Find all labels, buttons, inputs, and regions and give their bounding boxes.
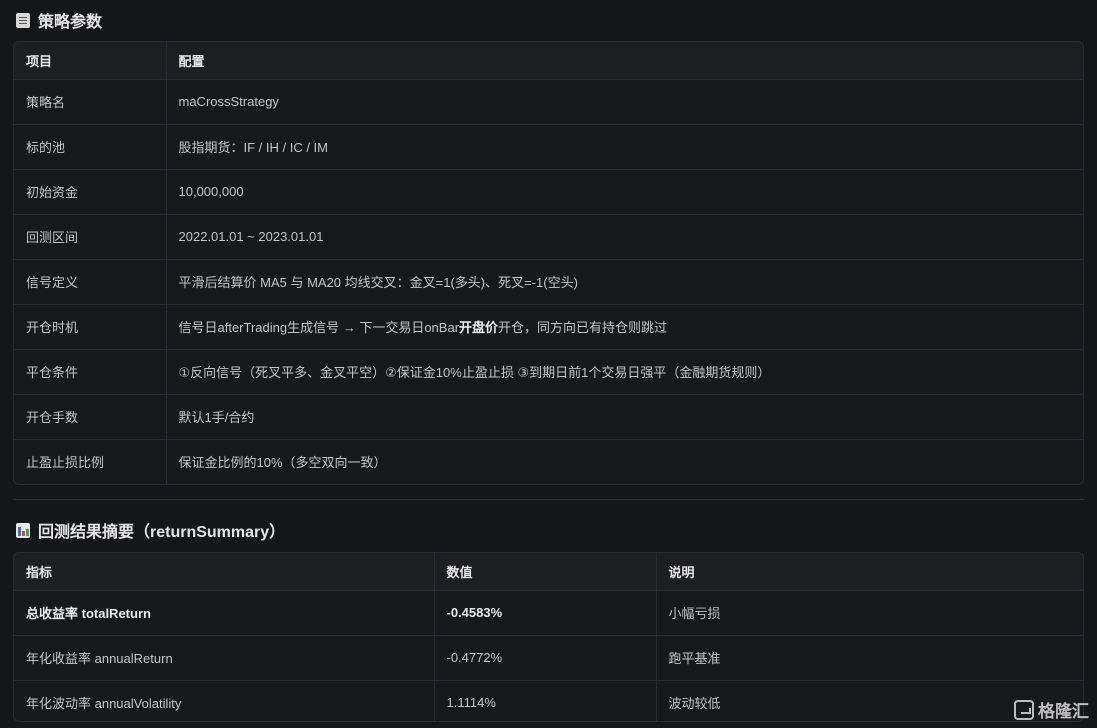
summary-section-title: 回测结果摘要（returnSummary） bbox=[16, 518, 285, 542]
table-row: 年化收益率 annualReturn -0.4772% 跑平基准 bbox=[14, 635, 1083, 681]
param-config-cell: maCrossStrategy bbox=[166, 79, 1083, 125]
watermark-text: 格隆汇 bbox=[1038, 702, 1089, 721]
table-row: 初始资金 10,000,000 bbox=[14, 169, 1083, 215]
table-row: 年化波动率 annualVolatility 1.1114% 波动较低 bbox=[14, 680, 1083, 721]
table-row: 开仓手数 默认1手/合约 bbox=[14, 394, 1083, 440]
bar-chart-icon bbox=[16, 522, 30, 538]
table-row: 策略名 maCrossStrategy bbox=[14, 79, 1083, 125]
table-row: 开仓时机 信号日afterTrading生成信号 → 下一交易日onBar开盘价开… bbox=[14, 304, 1083, 350]
param-config-cell: 平滑后结算价 MA5 与 MA20 均线交叉：金叉=1(多头)、死叉=-1(空头… bbox=[166, 259, 1083, 305]
config-text: 保证金比例的10%（多空双向一致） bbox=[178, 455, 387, 471]
value-cell: 1.1114% bbox=[434, 680, 657, 721]
watermark: 格隆汇 bbox=[1014, 697, 1089, 722]
column-header-config: 配置 bbox=[166, 42, 1083, 80]
metric-cell: 总收益率 totalReturn bbox=[14, 590, 435, 636]
param-config-cell: 默认1手/合约 bbox=[166, 394, 1083, 440]
param-item-cell: 开仓时机 bbox=[14, 304, 167, 350]
param-config-cell: 股指期货：IF / IH / IC / IM bbox=[166, 124, 1083, 170]
param-item-cell: 回测区间 bbox=[14, 214, 167, 260]
config-text: 开仓，同方向已有持仓则跳过 bbox=[498, 320, 668, 335]
config-text: 10,000,000 bbox=[178, 184, 244, 199]
value-cell: -0.4772% bbox=[434, 635, 657, 681]
param-config-cell: 2022.01.01 ~ 2023.01.01 bbox=[166, 214, 1083, 260]
config-text: 平滑后结算价 MA5 与 MA20 均线交叉：金叉=1(多头)、死叉=-1(空头… bbox=[178, 275, 578, 290]
param-item-cell: 平仓条件 bbox=[14, 349, 167, 395]
table-row: 标的池 股指期货：IF / IH / IC / IM bbox=[14, 124, 1083, 170]
param-config-cell: 信号日afterTrading生成信号 → 下一交易日onBar开盘价开仓，同方… bbox=[166, 304, 1083, 350]
param-item-cell: 止盈止损比例 bbox=[14, 439, 167, 484]
page: 策略参数 项目 配置 策略名 maCrossStrategy 标的池 股指期货：IF … bbox=[0, 0, 1097, 728]
param-item-cell: 策略名 bbox=[14, 79, 167, 125]
table-row: 总收益率 totalReturn -0.4583% 小幅亏损 bbox=[14, 590, 1083, 636]
config-text: 2022.01.01 ~ 2023.01.01 bbox=[178, 229, 324, 244]
gelonghui-logo-icon bbox=[1014, 699, 1034, 720]
param-config-cell: 10,000,000 bbox=[166, 169, 1083, 215]
strategy-params-table: 项目 配置 策略名 maCrossStrategy 标的池 股指期货：IF / IH … bbox=[13, 41, 1084, 485]
table-row: 回测区间 2022.01.01 ~ 2023.01.01 bbox=[14, 214, 1083, 260]
column-header-item: 项目 bbox=[14, 42, 167, 80]
config-text: 信号日afterTrading生成信号 → 下一交易日onBar bbox=[178, 320, 460, 335]
value-cell: -0.4583% bbox=[434, 590, 657, 636]
config-text: ①反向信号（死叉平多、金叉平空）②保证金10%止盈止损 ③到期日前1个交易日强平… bbox=[178, 365, 771, 380]
config-text: 默认1手/合约 bbox=[178, 410, 255, 425]
param-config-cell: ①反向信号（死叉平多、金叉平空）②保证金10%止盈止损 ③到期日前1个交易日强平… bbox=[166, 349, 1083, 395]
summary-title-text: 回测结果摘要（returnSummary） bbox=[38, 524, 286, 541]
table-row: 止盈止损比例 保证金比例的10%（多空双向一致） bbox=[14, 439, 1083, 484]
metric-cell: 年化波动率 annualVolatility bbox=[14, 680, 435, 721]
table-header-row: 指标 数值 说明 bbox=[14, 553, 1083, 591]
param-item-cell: 信号定义 bbox=[14, 259, 167, 305]
note-cell: 跑平基准 bbox=[656, 635, 1083, 681]
column-header-value: 数值 bbox=[434, 553, 657, 591]
table-header-row: 项目 配置 bbox=[14, 42, 1083, 80]
param-item-cell: 开仓手数 bbox=[14, 394, 167, 440]
config-text: 股指期货：IF / IH / IC / IM bbox=[178, 140, 329, 155]
section-divider bbox=[13, 499, 1084, 500]
param-item-cell: 标的池 bbox=[14, 124, 167, 170]
param-config-cell: 保证金比例的10%（多空双向一致） bbox=[166, 439, 1083, 484]
return-summary-table: 指标 数值 说明 总收益率 totalReturn -0.4583% 小幅亏损 年化收… bbox=[13, 552, 1084, 722]
note-cell: 小幅亏损 bbox=[656, 590, 1083, 636]
metric-cell: 年化收益率 annualReturn bbox=[14, 635, 435, 681]
strategy-title-text: 策略参数 bbox=[38, 14, 103, 31]
config-text: maCrossStrategy bbox=[178, 94, 279, 109]
param-item-cell: 初始资金 bbox=[14, 169, 167, 215]
strategy-section-title: 策略参数 bbox=[16, 8, 102, 32]
table-row: 平仓条件 ①反向信号（死叉平多、金叉平空）②保证金10%止盈止损 ③到期日前1个交… bbox=[14, 349, 1083, 395]
column-header-note: 说明 bbox=[656, 553, 1083, 591]
table-row: 信号定义 平滑后结算价 MA5 与 MA20 均线交叉：金叉=1(多头)、死叉=-… bbox=[14, 259, 1083, 305]
config-bold-text: 开盘价 bbox=[459, 320, 499, 335]
document-icon bbox=[16, 12, 30, 28]
column-header-metric: 指标 bbox=[14, 553, 435, 591]
